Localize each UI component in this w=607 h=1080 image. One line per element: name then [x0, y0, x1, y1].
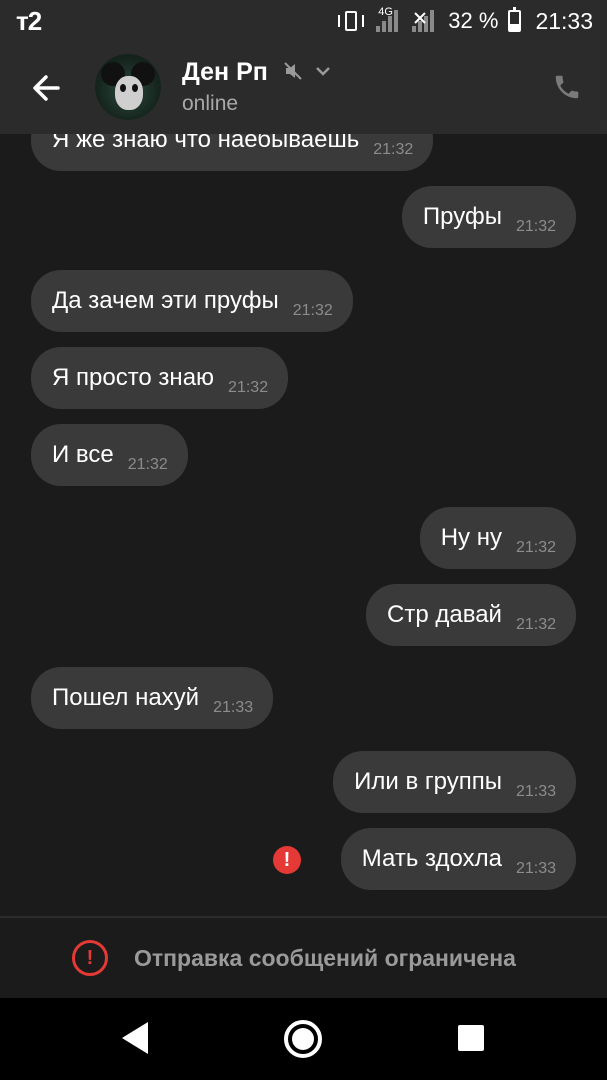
signal-no-service-icon — [412, 10, 438, 32]
message-text: Стр давай — [387, 601, 502, 628]
chevron-down-icon[interactable] — [314, 62, 332, 80]
message-time: 21:32 — [373, 141, 414, 158]
message-incoming[interactable]: Я же знаю что наебываешь 21:32 — [31, 134, 434, 171]
system-navigation-bar — [0, 998, 607, 1080]
chat-header: Ден Рп online — [0, 42, 607, 134]
contact-name[interactable]: Ден Рп — [182, 58, 268, 87]
message-time: 21:32 — [292, 302, 333, 319]
alert-icon: ! — [72, 940, 108, 976]
avatar[interactable] — [95, 54, 161, 120]
status-bar: т2 4G 32 % 21:33 — [0, 0, 607, 42]
back-arrow-icon[interactable] — [28, 68, 68, 108]
message-outgoing[interactable]: Или в группы 21:33 — [333, 751, 576, 813]
vibrate-icon — [336, 9, 366, 33]
message-text: Мать здохла — [361, 845, 502, 872]
message-time: 21:33 — [515, 783, 556, 800]
carrier-label: т2 — [16, 6, 42, 36]
message-time: 21:33 — [213, 699, 254, 716]
nav-home-icon[interactable] — [284, 1020, 322, 1058]
message-text: Ну ну — [440, 524, 502, 551]
battery-icon — [508, 7, 522, 32]
message-text: И все — [52, 441, 114, 468]
message-time: 21:33 — [515, 860, 556, 877]
signal-4g-icon: 4G — [376, 6, 402, 32]
message-incoming[interactable]: Да зачем эти пруфы 21:32 — [31, 270, 353, 332]
send-failed-icon[interactable]: ! — [273, 846, 301, 874]
message-incoming[interactable]: Пошел нахуй 21:33 — [31, 667, 274, 729]
message-list[interactable]: Я же знаю что наебываешь 21:32 Пруфы 21:… — [0, 134, 607, 916]
status-icons: 4G 32 % 21:33 — [336, 6, 593, 34]
message-time: 21:32 — [515, 218, 556, 235]
message-incoming[interactable]: Я просто знаю 21:32 — [31, 347, 289, 409]
message-time: 21:32 — [127, 456, 168, 473]
status-time: 21:33 — [535, 7, 593, 34]
message-text: Или в группы — [354, 768, 502, 795]
message-text: Я просто знаю — [52, 364, 215, 391]
network-type-label: 4G — [378, 6, 393, 18]
message-incoming[interactable]: И все 21:32 — [31, 424, 188, 486]
message-outgoing[interactable]: Стр давай 21:32 — [366, 584, 576, 646]
battery-percent: 32 % — [448, 8, 499, 33]
message-outgoing[interactable]: Пруфы 21:32 — [401, 186, 576, 248]
restriction-text: Отправка сообщений ограничена — [134, 945, 516, 971]
contact-status: online — [182, 92, 239, 115]
message-time: 21:32 — [515, 539, 556, 556]
message-outgoing[interactable]: Мать здохла 21:33 — [340, 828, 576, 890]
message-time: 21:32 — [228, 379, 269, 396]
message-time: 21:32 — [515, 616, 556, 633]
message-text: Пошел нахуй — [52, 684, 200, 711]
message-outgoing[interactable]: Ну ну 21:32 — [419, 507, 576, 569]
nav-back-icon[interactable] — [120, 1020, 150, 1056]
message-text: Да зачем эти пруфы — [52, 287, 279, 314]
phone-icon[interactable] — [552, 72, 582, 102]
mute-icon — [284, 62, 302, 80]
nav-recents-icon[interactable] — [458, 1025, 484, 1051]
message-text: Пруфы — [422, 203, 502, 230]
message-text: Я же знаю что наебываешь — [52, 134, 360, 153]
restriction-banner: ! Отправка сообщений ограничена — [0, 918, 607, 998]
